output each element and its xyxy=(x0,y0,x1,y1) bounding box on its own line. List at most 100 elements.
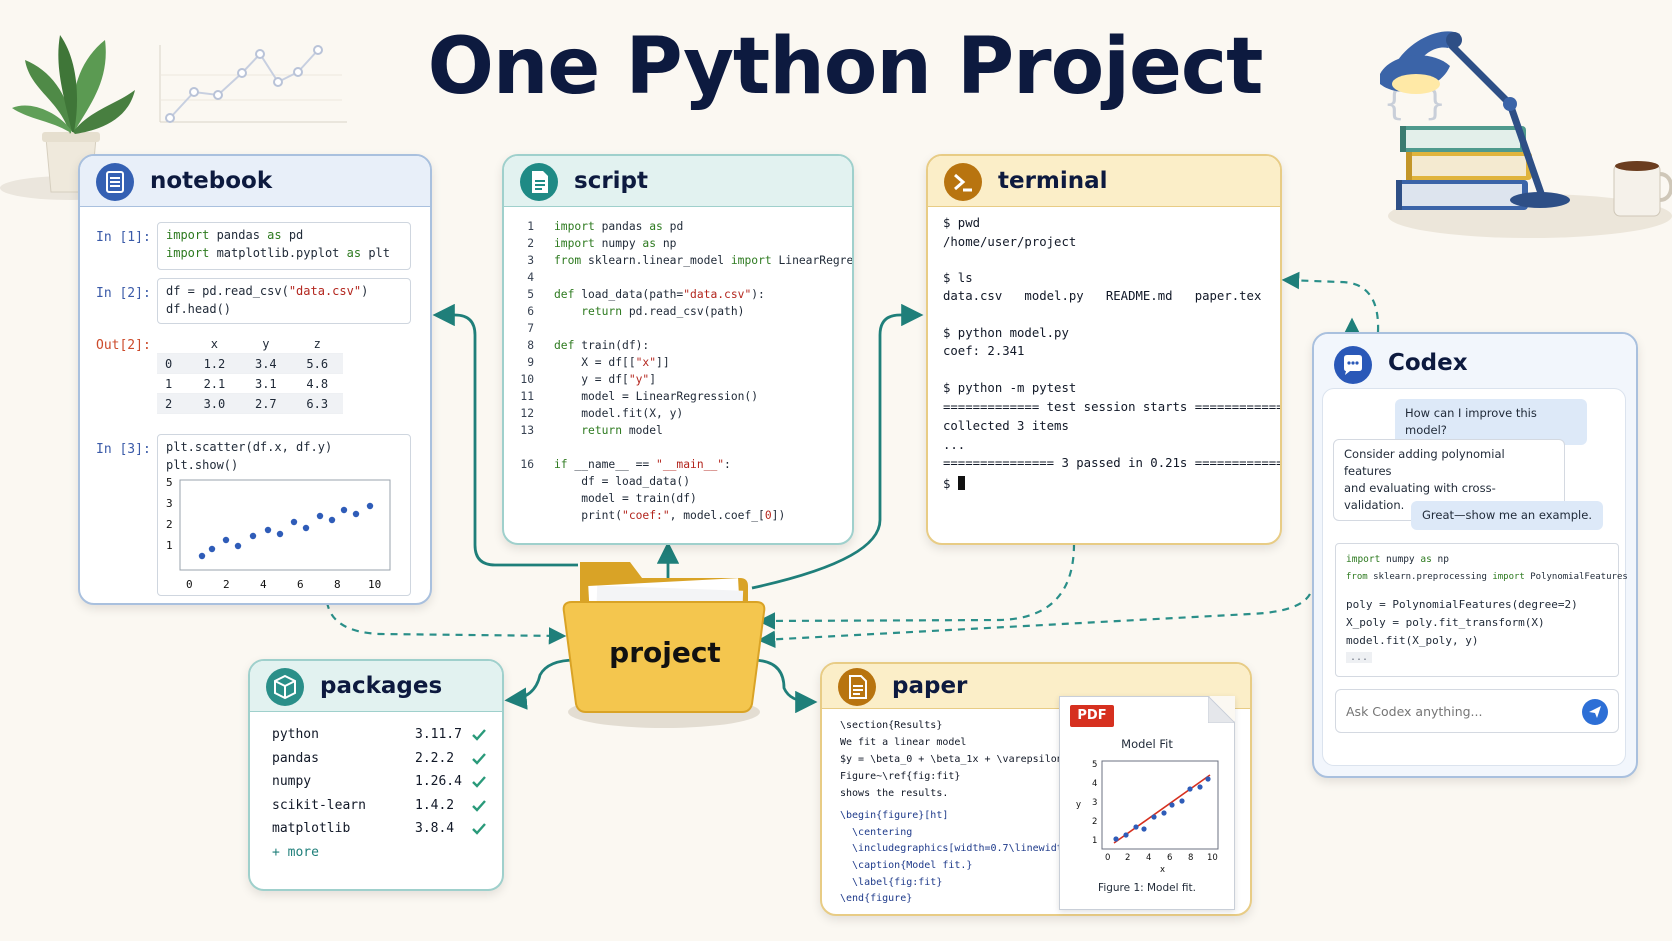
terminal-line: data.csv model.py README.md paper.tex xyxy=(943,289,1262,303)
code-line: 2 import numpy as np xyxy=(527,237,677,250)
data-point xyxy=(1187,786,1193,792)
terminal-panel: terminal $ pwd/home/user/project $ ls data… xyxy=(926,154,1282,545)
more-packages-link[interactable]: + more xyxy=(272,845,319,860)
data-point xyxy=(234,542,242,550)
x-tick-label: 6 xyxy=(297,578,304,591)
data-point xyxy=(1169,802,1175,808)
package-version: 1.26.4 xyxy=(415,774,462,789)
data-point xyxy=(316,512,324,520)
code-line: 10 y = df["y"] xyxy=(520,373,657,386)
latex-line: \centering xyxy=(840,827,913,838)
code-line: 11 model = LinearRegression() xyxy=(520,390,759,403)
terminal-line: coef: 2.341 xyxy=(943,344,1025,358)
data-point xyxy=(1113,836,1119,842)
terminal-line: $ ls xyxy=(943,271,973,285)
code-line: 3 from sklearn.linear_model import Linear… xyxy=(527,254,854,267)
terminal-line: $ python -m pytest xyxy=(943,381,1077,395)
x-tick-label: 2 xyxy=(223,578,230,591)
codex-title: Codex xyxy=(1388,350,1468,376)
packages-title: packages xyxy=(320,673,443,699)
code-line: 16 if __name__ == "__main__": xyxy=(520,458,731,471)
script-panel: script 1 import pandas as pd 2 import numpy… xyxy=(502,154,854,545)
codex-input-box[interactable] xyxy=(1335,689,1619,733)
file-code-icon xyxy=(520,163,558,201)
chat-bubble-icon xyxy=(1334,346,1372,384)
codex-header: Codex xyxy=(1314,334,1636,384)
y-tick-label: 5 xyxy=(1092,760,1097,770)
package-name: python xyxy=(272,727,319,742)
terminal-line: ... xyxy=(943,438,966,452)
x-tick-label: 2 xyxy=(1125,853,1130,863)
user-message: Great—show me an example. xyxy=(1411,501,1603,530)
notebook-icon xyxy=(96,163,134,201)
y-tick-label: 5 xyxy=(166,476,173,489)
code-line: df = load_data() xyxy=(554,475,691,488)
y-tick-label: 2 xyxy=(166,518,173,531)
packages-header: packages xyxy=(250,661,502,712)
x-tick-label: 6 xyxy=(1167,853,1172,863)
data-point xyxy=(208,545,216,553)
data-point xyxy=(1179,798,1185,804)
cell-prompt: In [3]: xyxy=(96,442,151,457)
script-code-editor[interactable]: 1 import pandas as pd 2 import numpy as np 3… xyxy=(504,218,854,524)
codex-chat-input[interactable] xyxy=(1344,698,1568,724)
codex-chat-area: How can I improve this model? Consider a… xyxy=(1322,388,1628,766)
package-name: numpy xyxy=(272,774,312,789)
latex-line: shows the results. xyxy=(840,788,949,799)
check-icon xyxy=(470,773,488,795)
pdf-model-fit-plot: 5 4 3 2 1 y 0 2 4 6 8 10 x xyxy=(1076,760,1219,875)
x-tick-label: 0 xyxy=(1105,853,1110,863)
terminal-prompt-icon xyxy=(944,163,982,201)
y-tick-label: 3 xyxy=(166,497,173,510)
notebook-header: notebook xyxy=(80,156,430,207)
notebook-scatter-plot: 5 3 2 1 0 2 4 6 8 10 xyxy=(166,476,391,591)
code-line: 5 def load_data(path="data.csv"): xyxy=(527,288,765,301)
x-tick-label: 4 xyxy=(1146,853,1151,863)
data-point xyxy=(1123,832,1129,838)
package-version: 2.2.2 xyxy=(415,750,455,766)
script-header: script xyxy=(504,156,852,207)
code-line: 4 xyxy=(527,271,534,284)
terminal-line: =============== 3 passed in 0.21s ======… xyxy=(943,456,1282,470)
data-point xyxy=(1151,814,1157,820)
package-name: pandas xyxy=(272,750,319,766)
check-icon xyxy=(470,750,488,772)
project-label: project xyxy=(609,636,721,669)
code-cell-2[interactable]: df = pd.read_csv("data.csv") df.head() xyxy=(157,278,411,324)
data-point xyxy=(352,510,360,518)
pdf-preview[interactable]: PDF Model Fit 5 4 3 2 1 y 0 2 4 6 8 10 x… xyxy=(1059,696,1235,910)
table-row: 0 1.2 3.4 5.6 xyxy=(157,353,343,374)
send-button[interactable] xyxy=(1582,699,1608,725)
code-cell-1[interactable]: import pandas as pd import matplotlib.py… xyxy=(157,222,411,270)
latex-line: Figure~\ref{fig:fit} xyxy=(840,771,961,782)
data-point xyxy=(264,526,272,534)
package-name: matplotlib xyxy=(272,821,351,836)
code-line: print("coef:", model.coef_[0]) xyxy=(554,509,786,522)
dashed-codex-terminal xyxy=(1281,271,1380,333)
codex-code-block[interactable]: import numpy as np from sklearn.preproce… xyxy=(1335,543,1628,677)
x-tick-label: 10 xyxy=(368,578,381,591)
notebook-panel: notebook In [1]: import pandas as pd imp… xyxy=(78,154,432,605)
paper-title: paper xyxy=(892,673,968,699)
package-version: 1.4.2 xyxy=(415,797,455,813)
y-tick-label: 4 xyxy=(1092,779,1097,789)
data-point xyxy=(328,516,336,524)
data-point xyxy=(1133,824,1139,830)
data-point xyxy=(198,552,206,560)
x-tick-label: 10 xyxy=(1207,853,1218,863)
data-point xyxy=(290,518,298,526)
x-axis-label: x xyxy=(1160,865,1165,875)
data-point xyxy=(302,524,310,532)
terminal-line: /home/user/project xyxy=(943,235,1077,249)
data-point xyxy=(1141,826,1147,832)
output-prompt: Out[2]: xyxy=(96,338,151,353)
code-line: 9 X = df[["x"]] xyxy=(527,356,670,369)
latex-line: \caption{Model fit.} xyxy=(840,860,973,871)
latex-line: We fit a linear model xyxy=(840,737,967,748)
latex-line: \begin{figure}[ht] xyxy=(840,810,949,821)
dataframe-output: xyz 0 1.2 3.4 5.6 1 2.1 3.1 4.8 2 3.0 2.7 6.3 xyxy=(157,334,343,414)
terminal-line: $ python model.py xyxy=(943,326,1069,340)
terminal-line: collected 3 items xyxy=(943,419,1069,433)
terminal-header: terminal xyxy=(928,156,1280,207)
